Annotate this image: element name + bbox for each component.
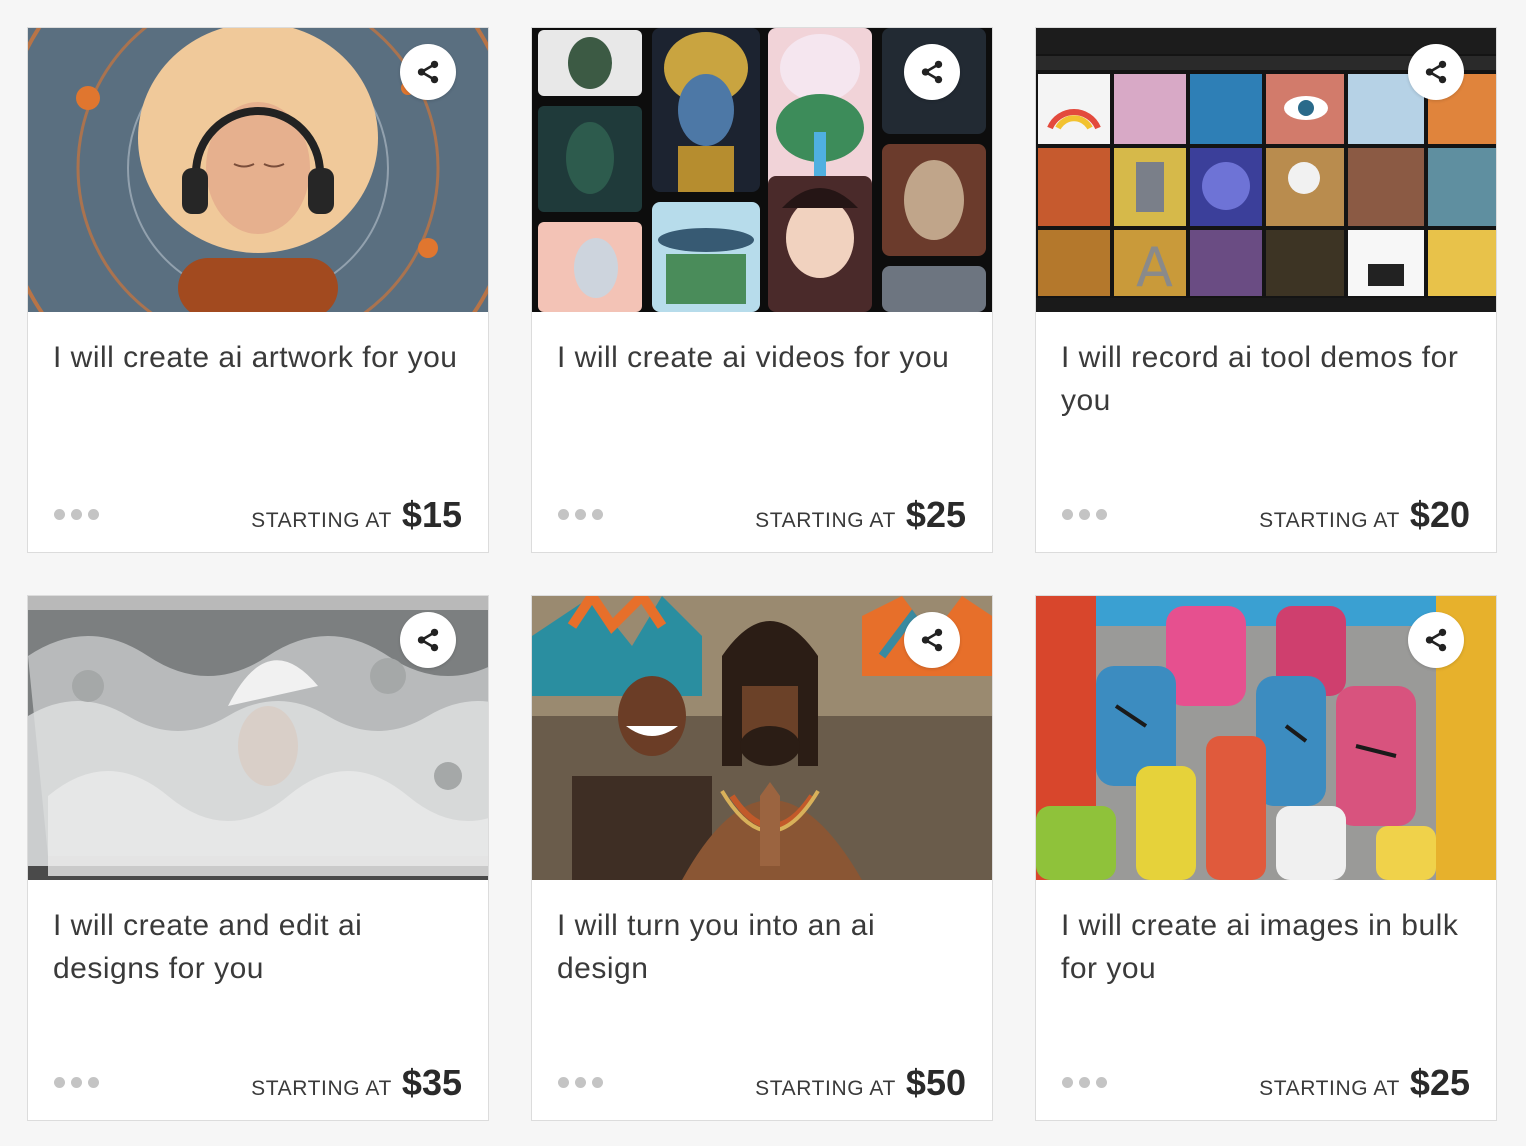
gig-title[interactable]: I will create ai images in bulk for you xyxy=(1061,904,1471,990)
gig-title[interactable]: I will turn you into an ai design xyxy=(557,904,967,990)
gig-thumbnail[interactable] xyxy=(28,28,488,312)
gig-thumbnail[interactable] xyxy=(532,28,992,312)
price-amount: $50 xyxy=(905,1062,966,1103)
price-amount: $25 xyxy=(905,494,966,535)
dot-icon xyxy=(558,509,569,520)
price-block: STARTING AT $25 xyxy=(755,494,966,536)
dot-icon xyxy=(88,1077,99,1088)
gig-card[interactable]: I will create ai artwork for you STARTIN… xyxy=(27,27,489,553)
dot-icon xyxy=(1096,509,1107,520)
dot-icon xyxy=(575,1077,586,1088)
gig-card[interactable]: I will create ai videos for you STARTING… xyxy=(531,27,993,553)
dot-icon xyxy=(1096,1077,1107,1088)
dot-icon xyxy=(592,509,603,520)
gig-card[interactable]: I will turn you into an ai design STARTI… xyxy=(531,595,993,1121)
dot-icon xyxy=(558,1077,569,1088)
share-icon xyxy=(415,627,441,653)
price-amount: $25 xyxy=(1409,1062,1470,1103)
more-options-button[interactable] xyxy=(1062,509,1107,520)
dot-icon xyxy=(1079,509,1090,520)
gig-thumbnail[interactable] xyxy=(28,596,488,880)
share-button[interactable] xyxy=(400,44,456,100)
price-block: STARTING AT $25 xyxy=(1259,1062,1470,1104)
price-block: STARTING AT $50 xyxy=(755,1062,966,1104)
starting-at-label: STARTING AT xyxy=(755,1077,896,1100)
share-icon xyxy=(415,59,441,85)
more-options-button[interactable] xyxy=(54,509,99,520)
starting-at-label: STARTING AT xyxy=(755,509,896,532)
dot-icon xyxy=(88,509,99,520)
gig-title[interactable]: I will create ai artwork for you xyxy=(53,336,463,379)
share-button[interactable] xyxy=(904,44,960,100)
dot-icon xyxy=(71,509,82,520)
gig-thumbnail[interactable] xyxy=(1036,596,1496,880)
more-options-button[interactable] xyxy=(1062,1077,1107,1088)
share-button[interactable] xyxy=(1408,44,1464,100)
more-options-button[interactable] xyxy=(558,509,603,520)
gig-title[interactable]: I will record ai tool demos for you xyxy=(1061,336,1471,422)
price-amount: $35 xyxy=(401,1062,462,1103)
price-amount: $20 xyxy=(1409,494,1470,535)
starting-at-label: STARTING AT xyxy=(1259,509,1400,532)
starting-at-label: STARTING AT xyxy=(251,509,392,532)
gig-card[interactable]: A I will record ai tool demos for you ST… xyxy=(1035,27,1497,553)
dot-icon xyxy=(592,1077,603,1088)
dot-icon xyxy=(71,1077,82,1088)
dot-icon xyxy=(1079,1077,1090,1088)
dot-icon xyxy=(1062,1077,1073,1088)
share-button[interactable] xyxy=(904,612,960,668)
gig-card[interactable]: I will create and edit ai designs for yo… xyxy=(27,595,489,1121)
share-button[interactable] xyxy=(400,612,456,668)
price-block: STARTING AT $20 xyxy=(1259,494,1470,536)
price-block: STARTING AT $15 xyxy=(251,494,462,536)
dot-icon xyxy=(1062,509,1073,520)
starting-at-label: STARTING AT xyxy=(251,1077,392,1100)
gig-title[interactable]: I will create and edit ai designs for yo… xyxy=(53,904,463,990)
more-options-button[interactable] xyxy=(558,1077,603,1088)
gig-thumbnail[interactable]: A xyxy=(1036,28,1496,312)
price-block: STARTING AT $35 xyxy=(251,1062,462,1104)
starting-at-label: STARTING AT xyxy=(1259,1077,1400,1100)
gig-grid: I will create ai artwork for you STARTIN… xyxy=(27,27,1497,1121)
dot-icon xyxy=(54,509,65,520)
price-amount: $15 xyxy=(401,494,462,535)
dot-icon xyxy=(575,509,586,520)
gig-title[interactable]: I will create ai videos for you xyxy=(557,336,967,379)
dot-icon xyxy=(54,1077,65,1088)
gig-thumbnail[interactable] xyxy=(532,596,992,880)
svg-text:A: A xyxy=(1136,236,1173,299)
more-options-button[interactable] xyxy=(54,1077,99,1088)
share-icon xyxy=(1423,627,1449,653)
share-icon xyxy=(1423,59,1449,85)
share-icon xyxy=(919,627,945,653)
share-button[interactable] xyxy=(1408,612,1464,668)
gig-card[interactable]: I will create ai images in bulk for you … xyxy=(1035,595,1497,1121)
share-icon xyxy=(919,59,945,85)
